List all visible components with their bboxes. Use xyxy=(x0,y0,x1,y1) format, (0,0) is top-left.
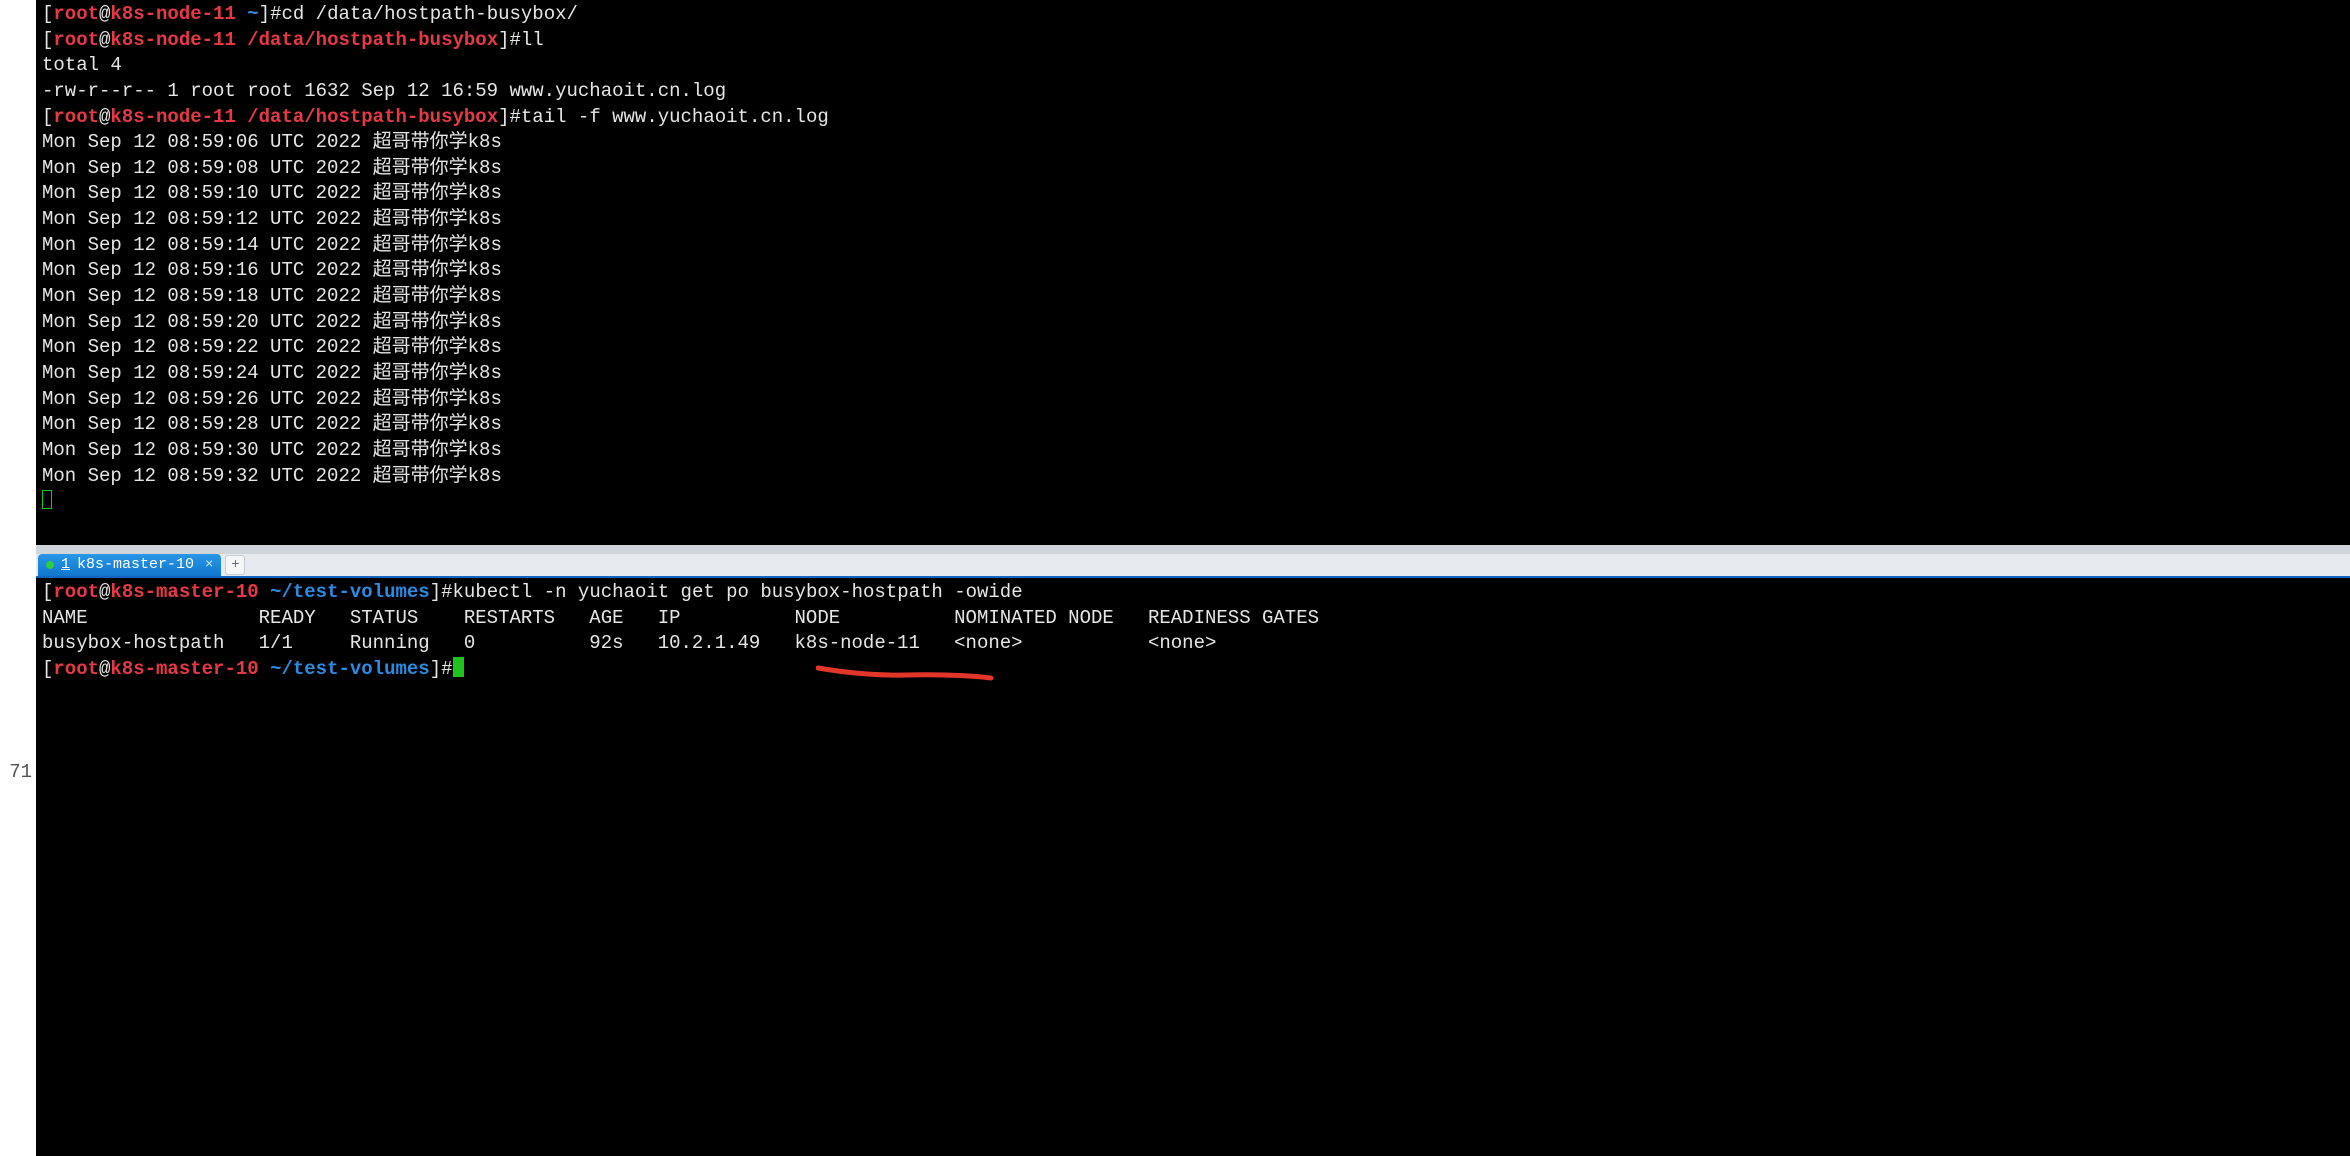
output-line: Mon Sep 12 08:59:08 UTC 2022 超哥带你学k8s xyxy=(42,156,2344,182)
prompt-line: [root@k8s-master-10 ~/test-volumes]#kube… xyxy=(42,580,2344,606)
editor-gutter: 71 xyxy=(0,0,36,1156)
output-line: -rw-r--r-- 1 root root 1632 Sep 12 16:59… xyxy=(42,79,2344,105)
output-line: Mon Sep 12 08:59:12 UTC 2022 超哥带你学k8s xyxy=(42,207,2344,233)
prompt-line: [root@k8s-master-10 ~/test-volumes]# xyxy=(42,657,2344,683)
prompt-line: [root@k8s-node-11 /data/hostpath-busybox… xyxy=(42,105,2344,131)
tab-bar: 1 k8s-master-10 × + xyxy=(36,554,2350,578)
output-line: Mon Sep 12 08:59:14 UTC 2022 超哥带你学k8s xyxy=(42,233,2344,259)
output-line: Mon Sep 12 08:59:32 UTC 2022 超哥带你学k8s xyxy=(42,464,2344,490)
prompt-line: [root@k8s-node-11 /data/hostpath-busybox… xyxy=(42,28,2344,54)
cursor-icon xyxy=(453,657,464,677)
tab-session[interactable]: 1 k8s-master-10 × xyxy=(38,554,221,576)
terminal-stack: [root@k8s-node-11 ~]#cd /data/hostpath-b… xyxy=(36,0,2350,1156)
output-line: Mon Sep 12 08:59:06 UTC 2022 超哥带你学k8s xyxy=(42,130,2344,156)
output-line: Mon Sep 12 08:59:20 UTC 2022 超哥带你学k8s xyxy=(42,310,2344,336)
output-line: Mon Sep 12 08:59:16 UTC 2022 超哥带你学k8s xyxy=(42,258,2344,284)
terminal-pane-bottom[interactable]: [root@k8s-master-10 ~/test-volumes]#kube… xyxy=(36,578,2350,1156)
cursor-icon xyxy=(42,490,52,509)
prompt-line: [root@k8s-node-11 ~]#cd /data/hostpath-b… xyxy=(42,2,2344,28)
close-icon[interactable]: × xyxy=(205,556,213,575)
output-line: Mon Sep 12 08:59:18 UTC 2022 超哥带你学k8s xyxy=(42,284,2344,310)
plus-icon: + xyxy=(231,556,239,575)
output-line: Mon Sep 12 08:59:28 UTC 2022 超哥带你学k8s xyxy=(42,412,2344,438)
table-row: busybox-hostpath 1/1 Running 0 92s 10.2.… xyxy=(42,631,2344,657)
terminal-pane-top[interactable]: [root@k8s-node-11 ~]#cd /data/hostpath-b… xyxy=(36,0,2350,545)
gutter-line-number: 71 xyxy=(9,760,32,786)
cursor-line xyxy=(42,489,2344,515)
output-line: Mon Sep 12 08:59:24 UTC 2022 超哥带你学k8s xyxy=(42,361,2344,387)
status-dot-icon xyxy=(46,561,54,569)
output-line: Mon Sep 12 08:59:30 UTC 2022 超哥带你学k8s xyxy=(42,438,2344,464)
table-header: NAME READY STATUS RESTARTS AGE IP NODE N… xyxy=(42,606,2344,632)
output-line: Mon Sep 12 08:59:26 UTC 2022 超哥带你学k8s xyxy=(42,387,2344,413)
tab-title: k8s-master-10 xyxy=(77,555,194,575)
output-line: total 4 xyxy=(42,53,2344,79)
output-line: Mon Sep 12 08:59:10 UTC 2022 超哥带你学k8s xyxy=(42,181,2344,207)
tab-number: 1 xyxy=(61,555,70,575)
output-line: Mon Sep 12 08:59:22 UTC 2022 超哥带你学k8s xyxy=(42,335,2344,361)
pane-divider[interactable] xyxy=(36,545,2350,554)
new-tab-button[interactable]: + xyxy=(225,555,245,575)
